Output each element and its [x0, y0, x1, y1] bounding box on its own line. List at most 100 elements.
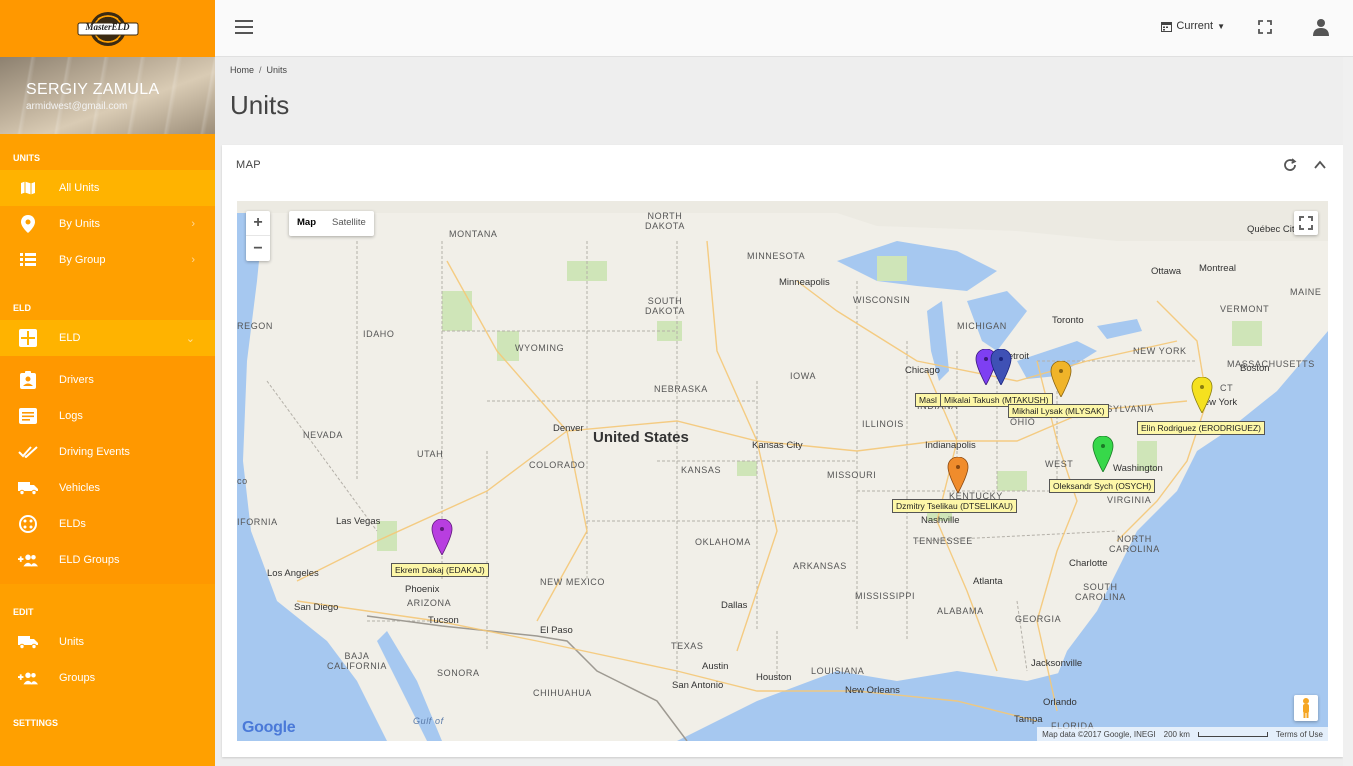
sidebar-item-driving-events[interactable]: Driving Events	[0, 434, 215, 470]
map-pin-icon	[1050, 360, 1072, 398]
app-logo[interactable]: MasterELD	[76, 9, 140, 49]
scale-bar	[1197, 731, 1268, 737]
map-canvas[interactable]: NORTH DAKOTA MONTANA MINNESOTA SOUTH DAK…	[237, 201, 1328, 741]
city-label: Ottawa	[1151, 266, 1182, 277]
city-label: San Antonio	[672, 680, 724, 691]
chevron-right-icon: ›	[191, 254, 195, 266]
unit-label[interactable]: Oleksandr Sych (OSYCH)	[1049, 479, 1156, 493]
fullscreen-button[interactable]	[1257, 19, 1273, 35]
map-type-satellite-button[interactable]: Satellite	[324, 211, 374, 236]
current-period-dropdown[interactable]: Current ▼	[1161, 20, 1225, 32]
region-label: TENNESSEE	[913, 536, 973, 546]
sidebar-item-edit-units[interactable]: Units	[0, 624, 215, 660]
unit-marker[interactable]	[1050, 360, 1072, 398]
map-type-map-button[interactable]: Map	[289, 211, 324, 236]
user-menu-button[interactable]	[1312, 18, 1330, 36]
logo-text: MasterELD	[85, 21, 130, 32]
unit-marker[interactable]	[990, 348, 1012, 386]
region-label: IFORNIA	[237, 517, 278, 527]
terms-link[interactable]: Terms of Use	[1276, 730, 1323, 739]
sidebar-item-label: Groups	[59, 672, 96, 684]
check-double-icon	[18, 442, 38, 462]
unit-marker[interactable]	[947, 456, 969, 494]
city-label: Nashville	[921, 515, 960, 526]
sidebar-item-by-group[interactable]: By Group ›	[0, 242, 215, 278]
unit-label[interactable]: Elin Rodriguez (ERODRIGUEZ)	[1137, 421, 1265, 435]
sidebar-item-label: Logs	[59, 410, 83, 422]
breadcrumb-home[interactable]: Home	[230, 65, 254, 75]
unit-label[interactable]: Dzmitry Tselikau (DTSELIKAU)	[892, 499, 1017, 513]
chevron-down-icon: ⌄	[185, 333, 195, 345]
sidebar-item-drivers[interactable]: Drivers	[0, 362, 215, 398]
fullscreen-icon	[1258, 20, 1272, 34]
page-scrollbar[interactable]	[1343, 57, 1353, 766]
google-logo: Google	[242, 719, 296, 737]
region-label: IDAHO	[363, 329, 395, 339]
sidebar-item-edit-groups[interactable]: Groups	[0, 660, 215, 696]
truck-icon	[18, 478, 38, 498]
street-view-pegman-button[interactable]	[1294, 695, 1318, 721]
list-icon	[18, 250, 38, 270]
sidebar-item-logs[interactable]: Logs	[0, 398, 215, 434]
map-fullscreen-button[interactable]	[1294, 211, 1318, 235]
sidebar-item-by-units[interactable]: By Units ›	[0, 206, 215, 242]
zoom-out-button[interactable]: −	[246, 236, 270, 261]
region-label: MICHIGAN	[957, 321, 1007, 331]
sidebar-item-label: ELDs	[59, 518, 86, 530]
region-label: MINNESOTA	[747, 251, 806, 261]
zoom-in-button[interactable]: +	[246, 211, 270, 236]
region-label: SOUTH DAKOTA	[645, 296, 685, 316]
city-label: Austin	[702, 661, 729, 672]
map-pin-icon	[431, 518, 453, 556]
badge-icon	[18, 370, 38, 390]
unit-marker[interactable]	[431, 518, 453, 556]
section-label-settings: SETTINGS	[0, 696, 215, 730]
city-label: Boston	[1240, 363, 1270, 374]
user-name: SERGIY ZAMULA	[26, 81, 160, 98]
card-title: MAP	[236, 159, 262, 171]
menu-icon-line	[235, 20, 253, 22]
section-label-eld: ELD	[0, 278, 215, 320]
map-card: MAP NORTH DAKOTA MONTANA MINNESOTA SOUTH…	[222, 145, 1343, 757]
breadcrumb: Home / Units	[230, 65, 287, 75]
region-label: WISCONSIN	[853, 295, 911, 305]
region-label: NEBRASKA	[654, 384, 708, 394]
sidebar-item-vehicles[interactable]: Vehicles	[0, 470, 215, 506]
region-label: ARIZONA	[407, 598, 452, 608]
sidebar-item-label: By Group	[59, 254, 106, 266]
breadcrumb-separator: /	[259, 65, 262, 75]
region-label: TEXAS	[671, 641, 704, 651]
unit-label[interactable]: Ekrem Dakaj (EDAKAJ)	[391, 563, 489, 577]
person-icon	[1313, 19, 1329, 36]
region-label: CHIHUAHUA	[533, 688, 592, 698]
region-label: CT	[1220, 383, 1234, 393]
menu-toggle-button[interactable]	[235, 20, 253, 34]
sidebar-item-eld-groups[interactable]: ELD Groups	[0, 542, 215, 578]
city-label: Dallas	[721, 600, 748, 611]
region-label: SOUTH CAROLINA	[1075, 582, 1126, 602]
region-label: Gulf of	[413, 716, 444, 726]
sidebar-item-all-units[interactable]: All Units	[0, 170, 215, 206]
city-label: Denver	[553, 423, 584, 434]
sidebar-item-elds[interactable]: ELDs	[0, 506, 215, 542]
refresh-button[interactable]	[1283, 158, 1297, 172]
region-north-dakota: NORTH DAKOTA	[645, 211, 685, 231]
unit-label[interactable]: Mikhail Lysak (MLYSAK)	[1008, 404, 1109, 418]
city-label: New Orleans	[845, 685, 900, 696]
unit-label[interactable]: Masl	[915, 393, 941, 407]
unit-marker[interactable]	[1191, 376, 1213, 414]
collapse-card-button[interactable]	[1313, 158, 1327, 172]
city-label: Québec City	[1247, 224, 1300, 235]
region-label: UTAH	[417, 449, 444, 459]
region-label: WYOMING	[515, 343, 565, 353]
region-label: co	[237, 476, 248, 486]
region-label: MAINE	[1290, 287, 1322, 297]
sidebar-item-eld[interactable]: ELD ⌄	[0, 320, 215, 356]
city-label: Las Vegas	[336, 516, 381, 527]
unit-marker[interactable]	[1092, 435, 1114, 473]
city-label: Washington	[1113, 463, 1163, 474]
user-panel: SERGIY ZAMULA armidwest@gmail.com	[0, 57, 215, 134]
group-add-icon	[18, 550, 38, 570]
pegman-icon	[1303, 698, 1309, 718]
sidebar-item-label: By Units	[59, 218, 100, 230]
